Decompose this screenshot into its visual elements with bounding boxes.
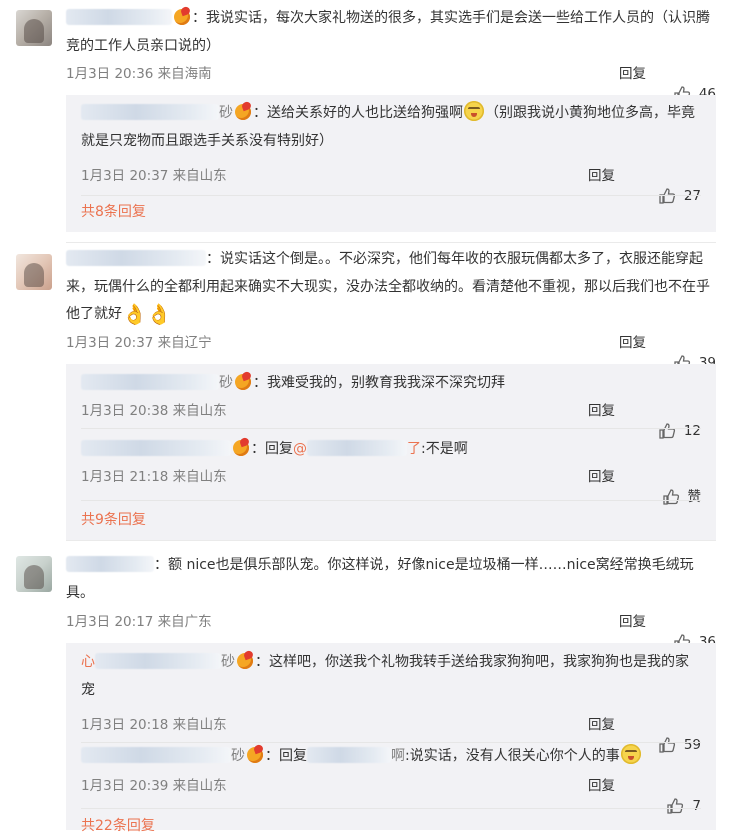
sub-reply-meta: 1月3日 21:18 来自山东 回复 赞 [81, 467, 701, 505]
comment-date: 1月3日 20:17 来自广东 [66, 614, 212, 630]
smile-emoji-icon [620, 744, 641, 764]
fan-badge-icon [174, 8, 191, 25]
sub-reply-panel: 砂：我难受我的，别教育我我深不深究切拜 1月3日 20:38 来自山东 回复 1… [66, 364, 716, 540]
sub-reply-panel: 砂：送给关系好的人也比送给狗强啊 （别跟我说小黄狗地位多高，毕竟就是只宠物而且跟选… [66, 95, 716, 232]
sub-reply-date: 1月3日 20:37 来自山东 [81, 168, 227, 184]
ok-hand-emoji-icon: 👌 [146, 302, 172, 326]
mention-blurred[interactable] [307, 440, 407, 456]
sub-reply: ：回复@ 了:不是啊 1月3日 21:18 来自山东 回复 赞 [81, 436, 701, 505]
thumb-up-icon [666, 797, 684, 815]
username-blurred[interactable] [81, 440, 231, 456]
sub-reply-date: 1月3日 20:18 来自山东 [81, 717, 227, 733]
reply-button[interactable]: 回复 [588, 166, 615, 186]
fan-badge-icon [247, 746, 264, 763]
username-blurred[interactable] [81, 104, 219, 120]
comment-text: ：我说实话，每次大家礼物送的很多，其实选手们是会送一些给工作人员的（认识腾竞的工… [66, 8, 710, 54]
reply-button[interactable]: 回复 [619, 333, 646, 353]
more-replies-link[interactable]: 共8条回复 [81, 201, 146, 221]
like-button[interactable]: 7 [666, 796, 701, 816]
fan-badge-icon [235, 103, 252, 120]
sub-reply-meta: 1月3日 20:18 来自山东 回复 59 [81, 715, 701, 753]
sub-reply-text: ：回复@ 了:不是啊 [81, 436, 701, 464]
comment-meta: 1月3日 20:17 来自广东 回复 36 [66, 612, 716, 650]
comment-text: ：说实话这个倒是。。不必深究，他们每年收的衣服玩偶都太多了，衣服还能穿起来，玩偶… [66, 250, 710, 326]
like-count: 赞 [687, 489, 702, 505]
mention-link[interactable]: @ [293, 441, 307, 457]
sub-reply-date: 1月3日 20:39 来自山东 [81, 778, 227, 794]
username-blurred[interactable] [95, 653, 221, 669]
comment-date: 1月3日 20:37 来自辽宁 [66, 335, 212, 351]
sub-reply: 砂：送给关系好的人也比送给狗强啊 （别跟我说小黄狗地位多高，毕竟就是只宠物而且跟选… [81, 100, 701, 204]
avatar[interactable] [16, 254, 52, 290]
sub-reply-text: 心砂：这样吧，你送我个礼物我转手送给我家狗狗吧，我家狗狗也是我的家宠 [81, 652, 689, 698]
divider [81, 195, 701, 196]
fan-badge-icon [235, 373, 252, 390]
sub-reply-meta: 1月3日 20:38 来自山东 回复 12 [81, 401, 701, 439]
thumb-up-icon [662, 488, 680, 506]
reply-button[interactable]: 回复 [588, 715, 615, 735]
avatar[interactable] [16, 556, 52, 592]
username-blurred[interactable] [81, 374, 219, 390]
reply-button[interactable]: 回复 [619, 612, 646, 632]
divider [66, 540, 716, 541]
reply-button[interactable]: 回复 [588, 467, 615, 487]
fan-badge-icon [237, 652, 254, 669]
avatar[interactable] [16, 10, 52, 46]
comment-date: 1月3日 20:36 来自海南 [66, 66, 212, 82]
comment-meta: 1月3日 20:36 来自海南 回复 46 [66, 64, 716, 102]
sub-reply-text: 砂：我难受我的，别教育我我深不深究切拜 [81, 370, 701, 398]
sub-reply-date: 1月3日 20:38 来自山东 [81, 403, 227, 419]
reply-button[interactable]: 回复 [619, 64, 646, 84]
username-blurred[interactable] [81, 747, 231, 763]
like-count: 27 [683, 188, 701, 204]
reply-button[interactable]: 回复 [588, 776, 615, 796]
reply-button[interactable]: 回复 [588, 401, 615, 421]
username-blurred[interactable] [66, 556, 154, 572]
username-blurred[interactable] [66, 250, 206, 266]
like-button[interactable]: 赞 [662, 487, 702, 507]
like-button[interactable]: 27 [658, 186, 701, 206]
sub-reply: 心砂：这样吧，你送我个礼物我转手送给我家狗狗吧，我家狗狗也是我的家宠 1月3日 … [81, 649, 701, 753]
sub-reply-text: 砂：送给关系好的人也比送给狗强啊 （别跟我说小黄狗地位多高，毕竟就是只宠物而且跟选… [81, 100, 701, 155]
sub-reply-panel: 心砂：这样吧，你送我个礼物我转手送给我家狗狗吧，我家狗狗也是我的家宠 1月3日 … [66, 643, 716, 834]
sub-reply-text: 砂：回复 啊:说实话，没有人很关心你个人的事 [81, 743, 701, 771]
comment-meta: 1月3日 20:37 来自辽宁 回复 39 [66, 333, 716, 371]
mention-blurred[interactable] [307, 747, 391, 763]
sub-reply: 砂：回复 啊:说实话，没有人很关心你个人的事 1月3日 20:39 来自山东 回复… [81, 743, 701, 814]
thumb-up-icon [658, 187, 676, 205]
sub-reply-meta: 1月3日 20:37 来自山东 回复 27 [81, 166, 701, 204]
like-count: 7 [692, 798, 701, 814]
divider [81, 500, 701, 501]
ok-hand-emoji-icon: 👌 [122, 302, 147, 326]
username-blurred[interactable] [66, 9, 172, 25]
comment-text: ：额 nice也是俱乐部队宠。你这样说，好像nice是垃圾桶一样……nice窝经… [66, 556, 694, 601]
divider [66, 242, 716, 243]
sub-reply-date: 1月3日 21:18 来自山东 [81, 469, 227, 485]
sub-reply: 砂：我难受我的，别教育我我深不深究切拜 1月3日 20:38 来自山东 回复 1… [81, 370, 701, 439]
sub-reply-meta: 1月3日 20:39 来自山东 回复 7 [81, 776, 701, 814]
fan-badge-icon [233, 439, 250, 456]
divider [81, 428, 701, 429]
more-replies-link[interactable]: 共22条回复 [81, 815, 155, 835]
divider [81, 808, 701, 809]
more-replies-link[interactable]: 共9条回复 [81, 509, 146, 529]
smile-emoji-icon [464, 101, 484, 121]
